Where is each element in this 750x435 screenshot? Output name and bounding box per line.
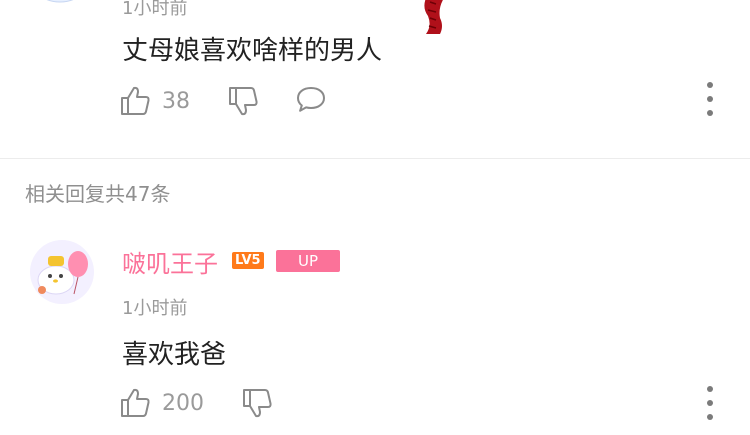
- replies-count-header: 相关回复共47条: [25, 182, 171, 206]
- up-badge: UP: [276, 250, 340, 272]
- comment-bubble-icon: [297, 87, 325, 112]
- reply-more-options-icon[interactable]: [700, 386, 720, 420]
- top-avatar[interactable]: [30, 0, 90, 8]
- dislike-button[interactable]: [226, 84, 260, 122]
- thumbs-up-icon: [121, 86, 150, 115]
- thumbs-down-icon: [243, 389, 272, 418]
- comment-time: 1小时前: [122, 0, 188, 19]
- level-badge: LV5: [232, 252, 264, 269]
- reply-username[interactable]: 啵叽王子: [122, 244, 218, 279]
- like-button[interactable]: 38: [118, 84, 190, 118]
- thumbs-up-icon: [121, 388, 150, 417]
- reply-time: 1小时前: [122, 298, 188, 319]
- reply-button[interactable]: [294, 84, 328, 120]
- more-options-icon[interactable]: [700, 82, 720, 116]
- section-divider: [0, 158, 750, 159]
- thumbs-down-icon: [229, 87, 258, 116]
- red-sticker-image: [420, 0, 448, 34]
- reply-like-button[interactable]: 200: [118, 386, 204, 420]
- reply-like-count: 200: [162, 390, 204, 416]
- comment-text: 丈母娘喜欢啥样的男人: [122, 36, 383, 66]
- reply-dislike-button[interactable]: [240, 386, 274, 424]
- reply-text: 喜欢我爸: [122, 340, 227, 370]
- like-count: 38: [162, 88, 190, 114]
- reply-avatar[interactable]: [30, 240, 94, 304]
